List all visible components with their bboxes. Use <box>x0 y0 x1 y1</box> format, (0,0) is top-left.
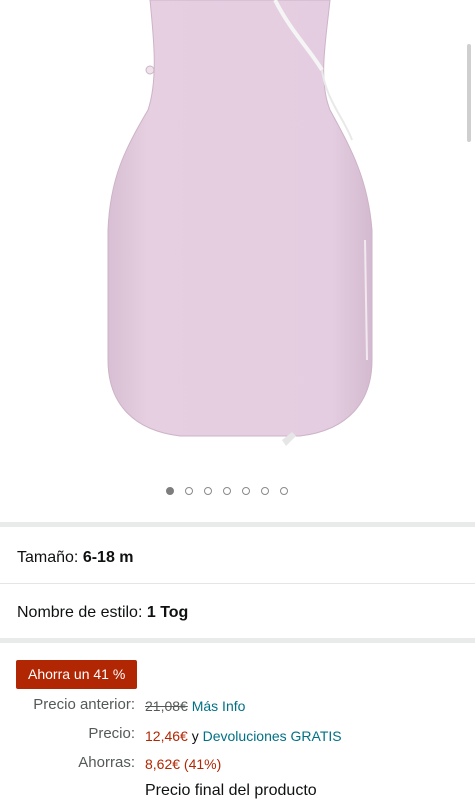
section-divider <box>0 638 475 643</box>
savings-label: Ahorras: <box>78 754 135 771</box>
scrollbar[interactable] <box>467 44 471 142</box>
more-info-link[interactable]: Más Info <box>192 698 246 714</box>
savings-value: 8,62€ (41%) <box>145 756 222 772</box>
style-selector[interactable]: Nombre de estilo: 1 Tog <box>17 603 188 623</box>
style-value: 1 Tog <box>146 604 189 621</box>
previous-price-row: 21,08€ Más Info <box>145 698 245 714</box>
gallery-dot[interactable] <box>166 487 174 495</box>
style-label: Nombre de estilo: <box>17 604 143 621</box>
previous-price-label: Precio anterior: <box>33 696 135 713</box>
gallery-pagination[interactable] <box>166 487 288 495</box>
gallery-dot[interactable] <box>223 487 231 495</box>
size-selector[interactable]: Tamaño: 6-18 m <box>17 548 134 568</box>
row-divider <box>0 583 475 584</box>
size-value: 6-18 m <box>82 549 134 566</box>
product-image <box>107 0 373 446</box>
and-text: y <box>191 728 199 744</box>
product-image-gallery[interactable] <box>0 0 475 520</box>
gallery-dot[interactable] <box>204 487 212 495</box>
gallery-dot[interactable] <box>261 487 269 495</box>
gallery-dot[interactable] <box>242 487 250 495</box>
previous-price-value: 21,08€ <box>145 698 188 714</box>
price-label: Precio: <box>88 725 135 742</box>
price-value: 12,46€ <box>145 728 188 744</box>
price-row: 12,46€ y Devoluciones GRATIS <box>145 728 342 744</box>
deal-badge: Ahorra un 41 % <box>16 660 138 689</box>
size-label: Tamaño: <box>17 549 79 566</box>
free-returns-link[interactable]: Devoluciones GRATIS <box>203 728 342 744</box>
section-divider <box>0 522 475 527</box>
gallery-dot[interactable] <box>280 487 288 495</box>
final-price-note: Precio final del producto <box>145 782 317 799</box>
gallery-dot[interactable] <box>185 487 193 495</box>
